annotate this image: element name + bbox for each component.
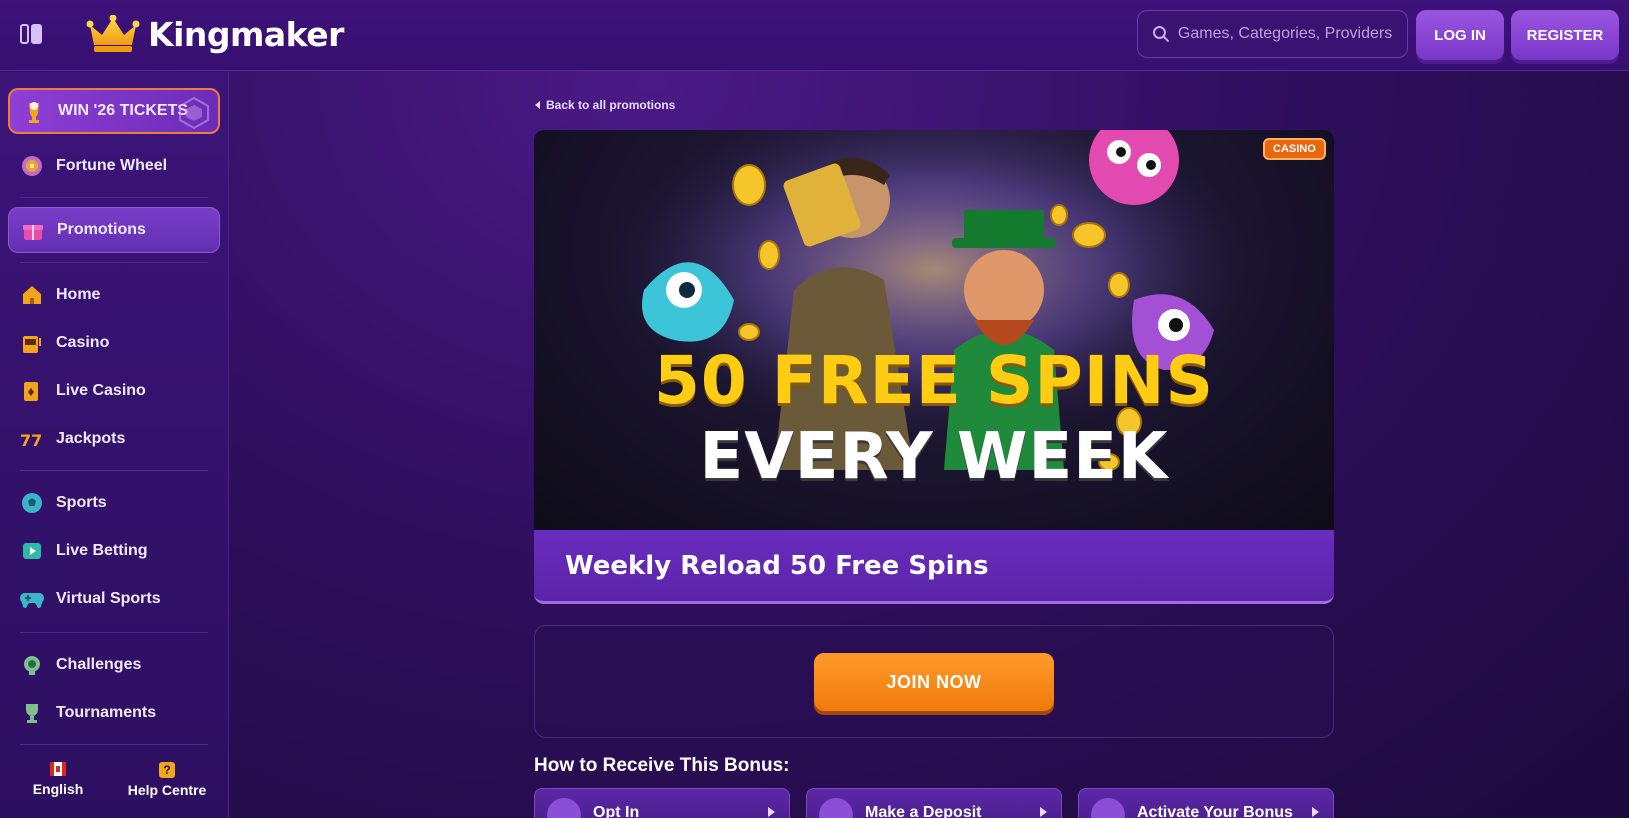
sidebar-item-label: Challenges xyxy=(56,656,142,673)
step-number-badge xyxy=(1091,798,1125,818)
sidebar-item-label: Live Betting xyxy=(56,542,148,559)
sidebar-item-live-betting[interactable]: Live Betting xyxy=(8,528,220,574)
sidebar-item-home[interactable]: Home xyxy=(8,272,220,318)
trophy-ball-icon xyxy=(22,99,46,123)
fortune-wheel-icon xyxy=(20,154,44,178)
crown-icon xyxy=(86,15,140,52)
sidebar-item-jackpots[interactable]: 77 Jackpots xyxy=(8,416,220,462)
sidebar-item-virtual-sports[interactable]: Virtual Sports xyxy=(8,576,220,622)
back-link-label: Back to all promotions xyxy=(546,98,676,112)
step-opt-in[interactable]: Opt In xyxy=(534,788,790,818)
question-icon: ? xyxy=(159,762,175,778)
sidebar-item-label: Casino xyxy=(56,334,110,351)
sidebar-item-casino[interactable]: Casino xyxy=(8,320,220,366)
sidebar: WIN '26 TICKETS Fortune Wheel Promotions… xyxy=(0,72,229,818)
sidebar-item-fortune-wheel[interactable]: Fortune Wheel xyxy=(8,143,220,189)
help-label: Help Centre xyxy=(127,782,207,798)
how-to-receive-heading: How to Receive This Bonus: xyxy=(534,755,790,776)
sidebar-item-label: Tournaments xyxy=(56,704,157,721)
chevron-right-icon xyxy=(1312,807,1319,817)
banner-subheadline: EVERY WEEK xyxy=(699,420,1169,494)
canada-flag-icon xyxy=(50,762,66,776)
chevron-left-icon xyxy=(535,101,540,109)
register-button[interactable]: REGISTER xyxy=(1511,10,1619,60)
banner-headline: 50 FREE SPINS xyxy=(653,342,1215,419)
sidebar-item-label: Virtual Sports xyxy=(56,590,161,607)
search-input[interactable] xyxy=(1177,25,1407,43)
promotion-title: Weekly Reload 50 Free Spins xyxy=(565,551,989,581)
live-play-icon xyxy=(20,539,44,563)
login-button[interactable]: LOG IN xyxy=(1416,10,1504,60)
sidebar-item-label: Sports xyxy=(56,494,107,511)
sidebar-item-label: Promotions xyxy=(57,221,146,238)
language-label: English xyxy=(32,781,84,797)
svg-text:77: 77 xyxy=(20,431,42,450)
sidebar-toggle-icon[interactable] xyxy=(20,24,42,44)
chevron-right-icon xyxy=(768,807,775,817)
gift-icon xyxy=(21,218,45,242)
step-activate-bonus[interactable]: Activate Your Bonus xyxy=(1078,788,1334,818)
join-now-button[interactable]: JOIN NOW xyxy=(814,653,1054,711)
sidebar-divider xyxy=(20,632,208,633)
help-centre-link[interactable]: ? Help Centre xyxy=(122,762,212,798)
back-to-promotions-link[interactable]: Back to all promotions xyxy=(535,98,675,112)
chevron-right-icon xyxy=(1040,807,1047,817)
step-label: Make a Deposit xyxy=(865,804,982,818)
language-selector[interactable]: English xyxy=(30,762,86,797)
top-bar: Kingmaker LOG IN REGISTER xyxy=(0,0,1629,71)
casino-badge: CASINO xyxy=(1263,138,1326,160)
sidebar-item-label: Home xyxy=(56,286,101,303)
step-number-badge xyxy=(819,798,853,818)
sidebar-divider xyxy=(20,744,208,745)
sidebar-item-win-26-tickets[interactable]: WIN '26 TICKETS xyxy=(8,88,220,134)
trophy-icon xyxy=(20,701,44,725)
search-icon xyxy=(1152,26,1169,42)
home-icon xyxy=(20,283,44,307)
sidebar-item-challenges[interactable]: Challenges xyxy=(8,642,220,688)
medal-icon xyxy=(20,653,44,677)
brand-name: Kingmaker xyxy=(148,14,344,54)
playing-card-icon xyxy=(20,379,44,403)
sidebar-item-label: Live Casino xyxy=(56,382,146,399)
sidebar-divider xyxy=(20,470,208,471)
hexagon-decoration-icon xyxy=(179,96,209,130)
sidebar-item-label: Fortune Wheel xyxy=(56,157,168,174)
soccer-ball-icon xyxy=(20,491,44,515)
slot-machine-icon xyxy=(20,331,44,355)
step-make-deposit[interactable]: Make a Deposit xyxy=(806,788,1062,818)
sidebar-item-promotions[interactable]: Promotions xyxy=(8,207,220,253)
sidebar-divider xyxy=(20,262,208,263)
step-number-badge xyxy=(547,798,581,818)
sidebar-divider xyxy=(20,197,208,198)
sidebar-item-tournaments[interactable]: Tournaments xyxy=(8,690,220,736)
sidebar-item-label: Jackpots xyxy=(56,430,126,447)
777-icon: 77 xyxy=(20,427,44,451)
step-label: Opt In xyxy=(593,804,640,818)
gamepad-icon xyxy=(20,587,44,611)
sidebar-item-sports[interactable]: Sports xyxy=(8,480,220,526)
step-label: Activate Your Bonus xyxy=(1137,804,1293,818)
brand-logo[interactable]: Kingmaker xyxy=(86,12,344,56)
sidebar-item-live-casino[interactable]: Live Casino xyxy=(8,368,220,414)
search-box[interactable] xyxy=(1137,10,1408,58)
sidebar-item-label: WIN '26 TICKETS xyxy=(58,102,189,119)
